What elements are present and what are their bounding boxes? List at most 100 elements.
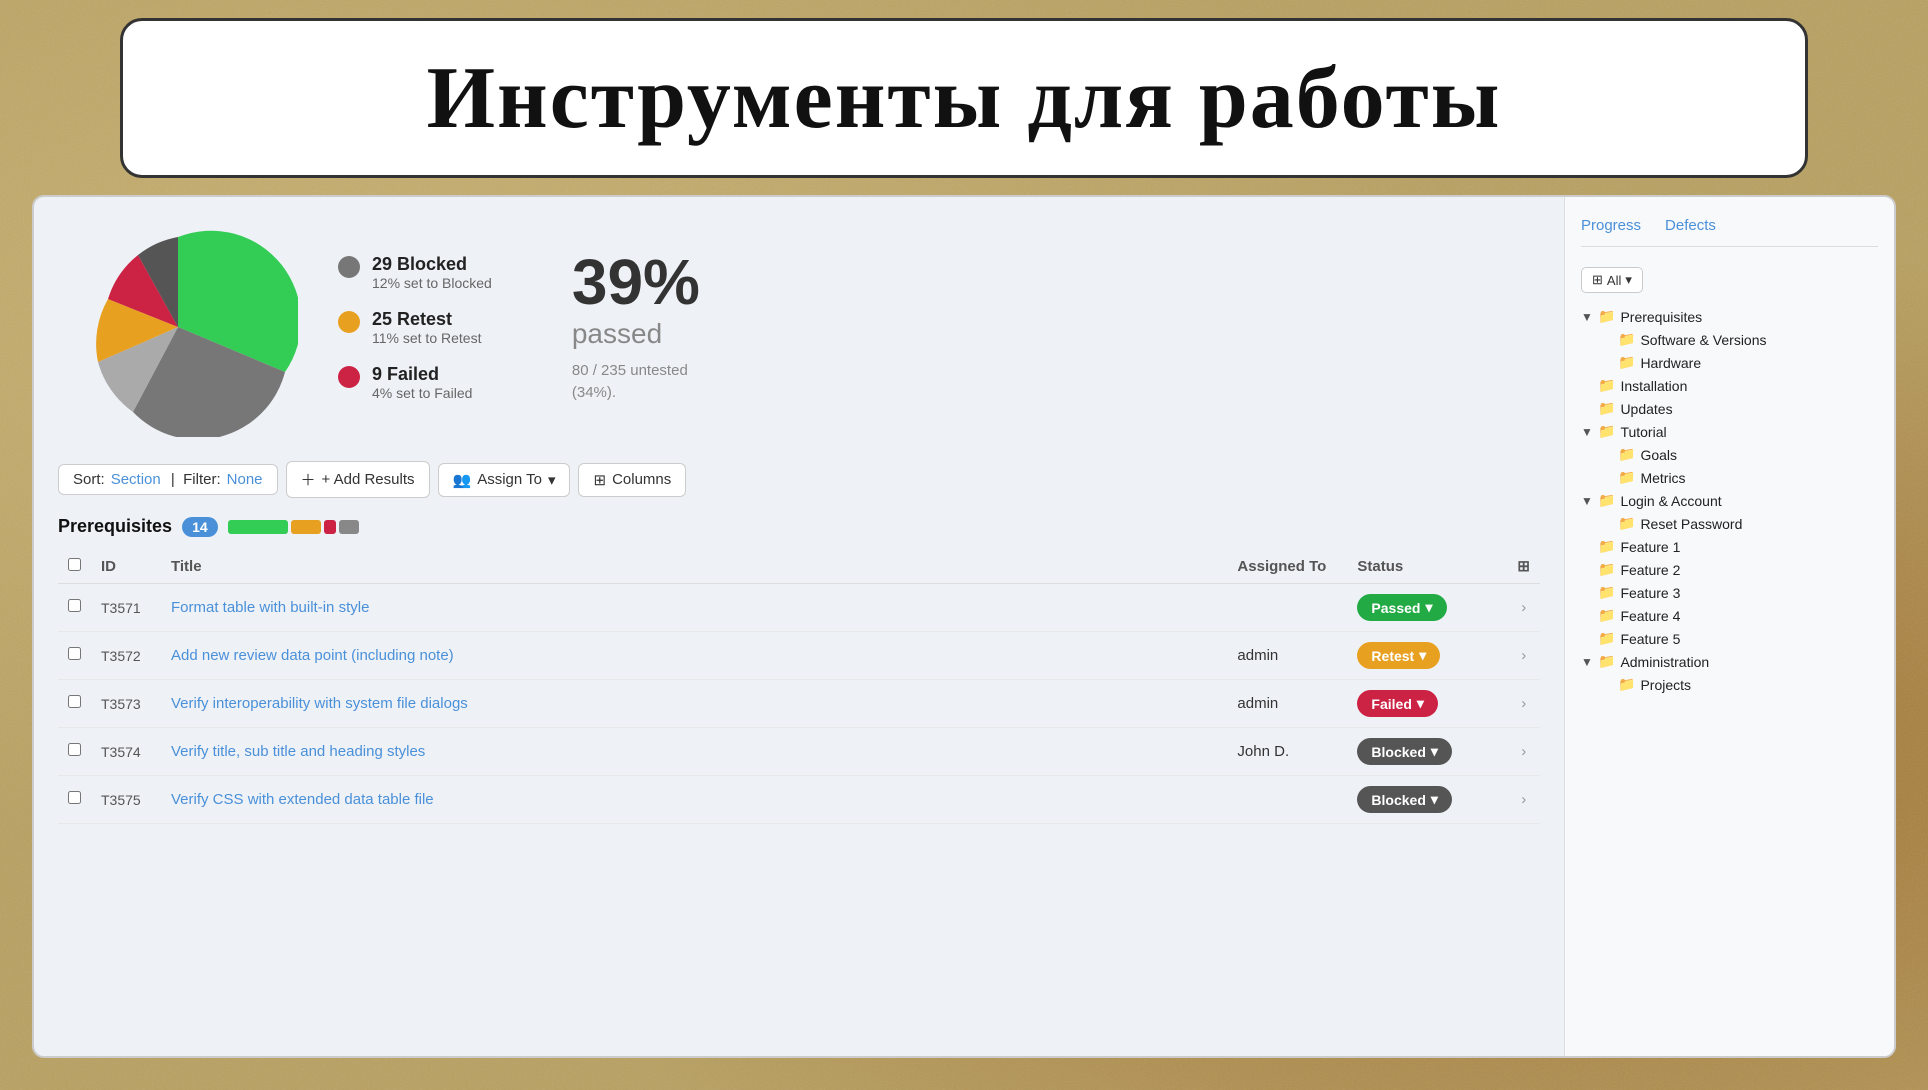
row-arrow[interactable]: › [1507, 728, 1540, 776]
right-sidebar: Progress Defects ⊞ All ▾ ▼ 📁 Prerequisit… [1564, 197, 1894, 1056]
folder-icon: 📁 [1598, 584, 1615, 601]
tree-expand-icon: ▼ [1581, 494, 1593, 508]
tree-item[interactable]: 📁 Feature 2 [1581, 558, 1878, 581]
folder-icon: 📁 [1598, 377, 1615, 394]
progress-bar-gray [339, 520, 359, 534]
row-arrow[interactable]: › [1507, 584, 1540, 632]
tree-item[interactable]: 📁 Feature 3 [1581, 581, 1878, 604]
untested-info: 80 / 235 untested (34%). [572, 360, 700, 405]
row-arrow[interactable]: › [1507, 776, 1540, 824]
row-title[interactable]: Format table with built-in style [161, 584, 1227, 632]
tree-items: ▼ 📁 Prerequisites 📁 Software & Versions … [1581, 305, 1878, 696]
tree-expand-icon: ▼ [1581, 310, 1593, 324]
tree-item[interactable]: 📁 Reset Password [1581, 512, 1878, 535]
tree-item[interactable]: ▼ 📁 Administration [1581, 650, 1878, 673]
main-panel: 29 Blocked 12% set to Blocked 25 Retest … [32, 195, 1896, 1058]
tree-item[interactable]: 📁 Updates [1581, 397, 1878, 420]
left-content: 29 Blocked 12% set to Blocked 25 Retest … [34, 197, 1564, 1056]
tree-expand-icon: ▼ [1581, 425, 1593, 439]
blocked-dot [338, 256, 360, 278]
folder-icon: 📁 [1598, 423, 1615, 440]
tree-item-label: Feature 4 [1620, 608, 1680, 624]
row-title[interactable]: Verify CSS with extended data table file [161, 776, 1227, 824]
row-status: Passed ▾ [1347, 584, 1507, 632]
row-assigned [1227, 776, 1347, 824]
progress-bar-yellow [291, 520, 321, 534]
tree-item[interactable]: 📁 Projects [1581, 673, 1878, 696]
tree-item[interactable]: 📁 Metrics [1581, 466, 1878, 489]
tree-item-label: Metrics [1640, 470, 1685, 486]
tree-item[interactable]: ▼ 📁 Prerequisites [1581, 305, 1878, 328]
assign-icon: 👥 [453, 471, 472, 489]
col-assigned: Assigned To [1227, 549, 1347, 584]
row-checkbox[interactable] [68, 743, 81, 756]
row-checkbox[interactable] [68, 791, 81, 804]
tree-item[interactable]: ▼ 📁 Tutorial [1581, 420, 1878, 443]
passed-label: passed [572, 318, 700, 350]
failed-dot [338, 366, 360, 388]
filter-label: | Filter: [167, 471, 221, 488]
filter-value[interactable]: None [227, 471, 263, 488]
tree-all-button[interactable]: ⊞ All ▾ [1581, 267, 1643, 293]
row-arrow[interactable]: › [1507, 632, 1540, 680]
status-badge[interactable]: Blocked ▾ [1357, 786, 1452, 813]
folder-icon: 📁 [1598, 492, 1615, 509]
section-title: Prerequisites [58, 516, 172, 537]
tree-item-label: Feature 1 [1620, 539, 1680, 555]
row-id: T3571 [91, 584, 161, 632]
tree-item[interactable]: 📁 Installation [1581, 374, 1878, 397]
row-checkbox[interactable] [68, 695, 81, 708]
col-check [58, 549, 91, 584]
row-checkbox[interactable] [68, 599, 81, 612]
tree-item-label: Login & Account [1620, 493, 1721, 509]
tree-item[interactable]: 📁 Feature 1 [1581, 535, 1878, 558]
sidebar-defects-link[interactable]: Defects [1665, 217, 1716, 234]
tree-item[interactable]: 📁 Software & Versions [1581, 328, 1878, 351]
progress-bar-green [228, 520, 288, 534]
folder-icon: 📁 [1598, 630, 1615, 647]
status-chevron-icon: ▾ [1417, 695, 1424, 712]
row-title[interactable]: Add new review data point (including not… [161, 632, 1227, 680]
tree-item[interactable]: 📁 Hardware [1581, 351, 1878, 374]
add-results-button[interactable]: ＋ + Add Results [286, 461, 430, 498]
sidebar-progress-link[interactable]: Progress [1581, 217, 1641, 234]
assign-to-button[interactable]: 👥 Assign To ▾ [438, 463, 571, 497]
tree-container: ⊞ All ▾ ▼ 📁 Prerequisites 📁 Software & V… [1581, 267, 1878, 696]
tree-item[interactable]: ▼ 📁 Login & Account [1581, 489, 1878, 512]
page-title: Инструменты для работы [427, 48, 1502, 149]
status-badge[interactable]: Failed ▾ [1357, 690, 1438, 717]
folder-icon: 📁 [1598, 538, 1615, 555]
row-id: T3574 [91, 728, 161, 776]
select-all-checkbox[interactable] [68, 558, 81, 571]
tree-item[interactable]: 📁 Feature 4 [1581, 604, 1878, 627]
row-status: Blocked ▾ [1347, 728, 1507, 776]
retest-count: 25 Retest [372, 309, 481, 330]
tree-item[interactable]: 📁 Goals [1581, 443, 1878, 466]
folder-icon: 📁 [1598, 308, 1615, 325]
columns-button[interactable]: ⊞ Columns [578, 463, 686, 497]
row-checkbox[interactable] [68, 647, 81, 660]
sort-value[interactable]: Section [111, 471, 161, 488]
tree-item-label: Tutorial [1620, 424, 1666, 440]
folder-icon: 📁 [1618, 331, 1635, 348]
sort-filter-box[interactable]: Sort: Section | Filter: None [58, 464, 278, 495]
title-banner: Инструменты для работы [120, 18, 1808, 178]
toolbar: Sort: Section | Filter: None ＋ + Add Res… [58, 461, 1540, 498]
tree-item-label: Installation [1620, 378, 1687, 394]
row-title[interactable]: Verify interoperability with system file… [161, 680, 1227, 728]
legend-item-failed: 9 Failed 4% set to Failed [338, 364, 492, 401]
tree-item-label: Reset Password [1640, 516, 1742, 532]
status-badge[interactable]: Blocked ▾ [1357, 738, 1452, 765]
row-assigned: John D. [1227, 728, 1347, 776]
sort-label: Sort: [73, 471, 105, 488]
folder-icon: 📁 [1618, 676, 1635, 693]
tree-item-label: Software & Versions [1640, 332, 1766, 348]
tree-item-label: Feature 2 [1620, 562, 1680, 578]
row-assigned [1227, 584, 1347, 632]
status-badge[interactable]: Passed ▾ [1357, 594, 1446, 621]
tree-item[interactable]: 📁 Feature 5 [1581, 627, 1878, 650]
row-title[interactable]: Verify title, sub title and heading styl… [161, 728, 1227, 776]
status-badge[interactable]: Retest ▾ [1357, 642, 1440, 669]
status-chevron-icon: ▾ [1431, 791, 1438, 808]
row-arrow[interactable]: › [1507, 680, 1540, 728]
